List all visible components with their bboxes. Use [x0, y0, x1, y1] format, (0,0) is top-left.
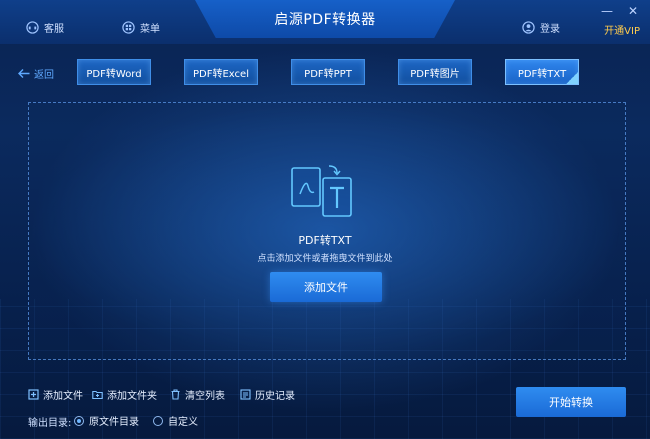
history-action[interactable]: 历史记录: [240, 387, 295, 402]
add-file-action[interactable]: 添加文件: [28, 387, 83, 402]
tab-pdf-to-txt[interactable]: PDF转TXT: [505, 59, 579, 85]
add-folder-action-label: 添加文件夹: [107, 391, 157, 402]
tab-label: PDF转Word: [86, 68, 142, 80]
clear-list-action[interactable]: 清空列表: [170, 387, 225, 402]
add-file-button[interactable]: 添加文件: [270, 272, 382, 302]
tab-label: PDF转PPT: [304, 68, 352, 80]
back-label: 返回: [34, 70, 54, 81]
arrow-left-icon: [18, 69, 30, 78]
add-file-button-label: 添加文件: [304, 281, 348, 294]
drop-zone-title: PDF转TXT: [298, 234, 352, 247]
tab-pdf-to-excel[interactable]: PDF转Excel: [184, 59, 258, 85]
radio-custom-directory[interactable]: 自定义: [153, 413, 198, 428]
menu-grid-icon: [122, 21, 135, 34]
app-window: 启源PDF转换器 客服 菜单 登录 — ✕ 开通VIP 返回 PDF转Word …: [0, 0, 650, 439]
radio-dot: [153, 415, 163, 426]
add-folder-action[interactable]: 添加文件夹: [92, 387, 157, 402]
vip-link[interactable]: 开通VIP: [604, 22, 640, 37]
output-directory-label: 输出目录:: [28, 418, 72, 429]
user-icon: [522, 21, 535, 34]
history-list-icon: [240, 389, 251, 400]
folder-plus-icon: [92, 390, 103, 400]
radio-original-directory[interactable]: 原文件目录: [74, 413, 139, 428]
start-convert-label: 开始转换: [549, 396, 593, 409]
clear-list-action-label: 清空列表: [185, 391, 225, 402]
tab-pdf-to-image[interactable]: PDF转图片: [398, 59, 472, 85]
tab-label: PDF转Excel: [193, 68, 249, 80]
history-action-label: 历史记录: [255, 391, 295, 402]
radio-label: 自定义: [168, 417, 198, 428]
login-label: 登录: [540, 24, 560, 35]
window-title: 启源PDF转换器: [274, 12, 376, 28]
title-bar: 启源PDF转换器 客服 菜单 登录 — ✕ 开通VIP: [0, 0, 650, 44]
file-drop-zone[interactable]: [28, 102, 626, 360]
radio-dot-selected: [74, 415, 84, 426]
headset-icon: [26, 21, 39, 34]
tab-pdf-to-word[interactable]: PDF转Word: [77, 59, 151, 85]
menu-button[interactable]: 菜单: [122, 20, 160, 35]
minimize-button[interactable]: —: [600, 4, 614, 18]
pdf-to-txt-icon: [291, 165, 352, 217]
add-file-action-label: 添加文件: [43, 391, 83, 402]
close-button[interactable]: ✕: [626, 4, 640, 18]
active-check-corner-icon: [566, 72, 578, 84]
trash-icon: [171, 389, 180, 400]
support-button[interactable]: 客服: [26, 20, 64, 35]
tab-pdf-to-ppt[interactable]: PDF转PPT: [291, 59, 365, 85]
back-button[interactable]: 返回: [18, 66, 54, 81]
tab-label: PDF转图片: [410, 68, 460, 80]
tab-label: PDF转TXT: [517, 68, 567, 80]
menu-label: 菜单: [140, 24, 160, 35]
login-button[interactable]: 登录: [522, 20, 560, 35]
support-label: 客服: [44, 24, 64, 35]
start-convert-button[interactable]: 开始转换: [516, 387, 626, 417]
drop-zone-hint: 点击添加文件或者拖曳文件到此处: [257, 254, 393, 264]
file-plus-icon: [28, 389, 39, 400]
radio-label: 原文件目录: [89, 417, 139, 428]
